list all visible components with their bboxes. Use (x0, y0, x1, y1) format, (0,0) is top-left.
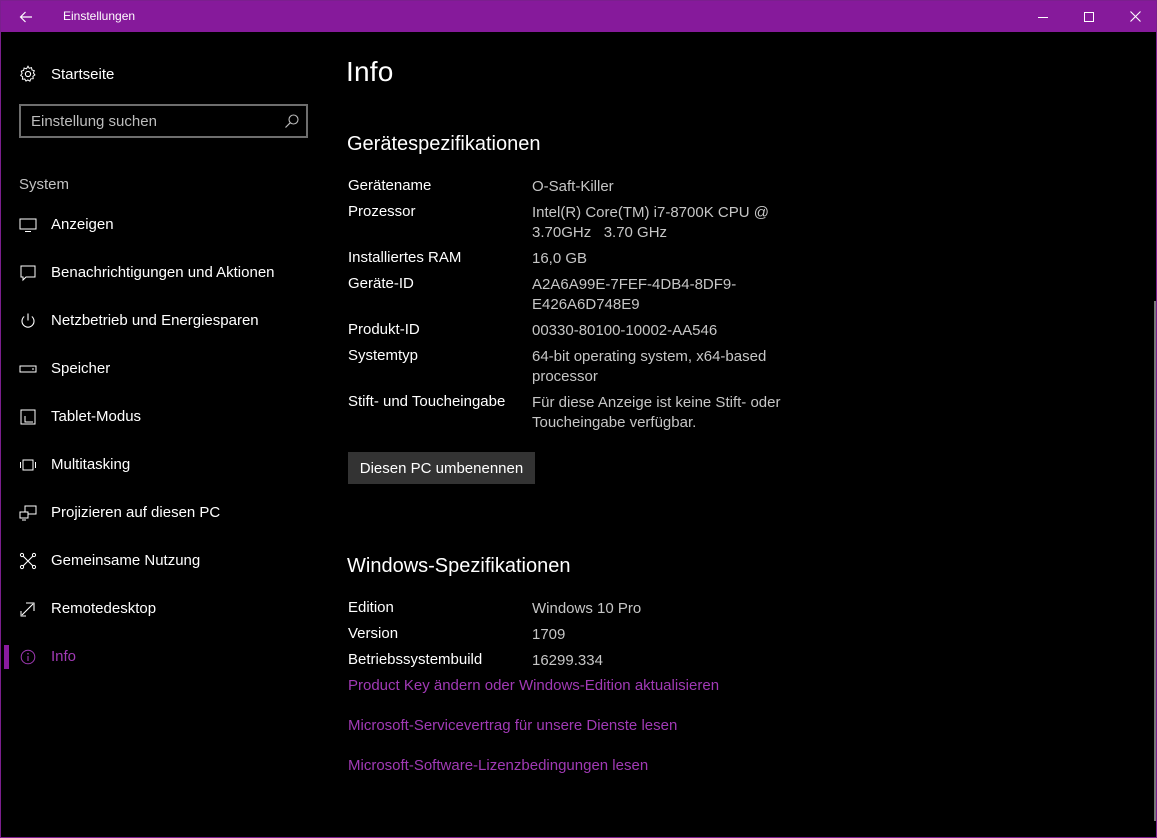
sidebar-item-benachrichtigungen[interactable]: Benachrichtigungen und Aktionen (1, 249, 321, 297)
spec-value: Für diese Anzeige ist keine Stift- oder … (532, 394, 781, 431)
tablet-icon (18, 407, 38, 427)
windows-specs-heading: Windows-Spezifikationen (347, 555, 571, 577)
minimize-button[interactable] (1020, 1, 1066, 32)
search-input[interactable] (21, 106, 281, 136)
maximize-icon (1084, 11, 1094, 22)
minimize-icon (1038, 16, 1048, 18)
sidebar-item-tablet-modus[interactable]: Tablet-Modus (1, 393, 321, 441)
notification-icon (18, 263, 38, 283)
gear-icon (18, 64, 38, 84)
spec-value: 16,0 GB (532, 250, 588, 267)
spec-value: O-Saft-Killer (532, 178, 614, 195)
maximize-button[interactable] (1066, 1, 1112, 32)
multitasking-icon (18, 455, 38, 475)
search-icon[interactable] (284, 113, 300, 129)
sidebar-item-anzeigen[interactable]: Anzeigen (1, 201, 321, 249)
sidebar-item-label: Benachrichtigungen und Aktionen (51, 264, 275, 281)
sidebar-item-label: Netzbetrieb und Energiesparen (51, 312, 259, 329)
spec-key: Gerätename (348, 177, 432, 194)
sidebar-item-remotedesktop[interactable]: Remotedesktop (1, 585, 321, 633)
page-title: Info (346, 56, 394, 87)
product-key-link[interactable]: Product Key ändern oder Windows-Edition … (348, 677, 719, 694)
project-icon (18, 503, 38, 523)
sidebar-item-label: Tablet-Modus (51, 408, 142, 425)
spec-value: 1709 (532, 626, 566, 643)
section-label-system: System (19, 176, 70, 193)
sidebar-item-projizieren[interactable]: Projizieren auf diesen PC (1, 489, 321, 537)
spec-key: Geräte-ID (348, 275, 414, 292)
home-link[interactable]: Startseite (18, 62, 114, 86)
storage-icon (18, 359, 38, 379)
title-bar: Einstellungen (1, 1, 1156, 32)
sidebar-item-label: Multitasking (51, 456, 131, 473)
scrollbar[interactable] (1154, 301, 1156, 821)
sidebar-item-label: Speicher (51, 360, 111, 377)
spec-value: 64-bit operating system, x64-based proce… (532, 348, 767, 385)
spec-value: 00330-80100-10002-AA546 (532, 322, 718, 339)
sidebar-item-info[interactable]: Info (1, 633, 321, 681)
sidebar: Startseite System Anzeigen Benachrichti (1, 32, 321, 837)
back-button[interactable] (1, 1, 51, 32)
license-terms-link[interactable]: Microsoft-Software-Lizenzbedingungen les… (348, 757, 648, 774)
settings-search[interactable] (19, 104, 308, 138)
sidebar-item-label: Gemeinsame Nutzung (51, 552, 201, 569)
close-button[interactable] (1112, 1, 1156, 32)
active-indicator (4, 645, 9, 669)
sidebar-item-label: Info (51, 648, 77, 665)
spec-key: Edition (348, 599, 394, 616)
sidebar-item-label: Remotedesktop (51, 600, 157, 617)
spec-value: A2A6A99E-7FEF-4DB4-8DF9-E426A6D748E9 (532, 276, 737, 313)
sidebar-item-netzbetrieb[interactable]: Netzbetrieb und Energiesparen (1, 297, 321, 345)
window-title: Einstellungen (63, 9, 136, 23)
home-label: Startseite (51, 65, 115, 83)
sidebar-item-gemeinsame-nutzung[interactable]: Gemeinsame Nutzung (1, 537, 321, 585)
rename-pc-button[interactable]: Diesen PC umbenennen (348, 452, 535, 484)
power-icon (18, 311, 38, 331)
back-arrow-icon (19, 11, 32, 22)
sidebar-item-speicher[interactable]: Speicher (1, 345, 321, 393)
spec-value: Intel(R) Core(TM) i7-8700K CPU @ 3.70GHz… (532, 204, 774, 241)
sidebar-item-label: Projizieren auf diesen PC (51, 504, 221, 521)
spec-value: Windows 10 Pro (532, 600, 642, 617)
settings-window: Einstellungen Startseite Einstellung suc… (0, 0, 1157, 838)
spec-value: 16299.334 (532, 652, 603, 669)
spec-key: Produkt-ID (348, 321, 420, 338)
remote-desktop-icon (18, 599, 38, 619)
spec-key: Installiertes RAM (348, 249, 462, 266)
spec-key: Version (348, 625, 399, 642)
sidebar-item-label: Anzeigen (51, 216, 114, 233)
sidebar-item-multitasking[interactable]: Multitasking (1, 441, 321, 489)
spec-key: Systemtyp (348, 347, 419, 364)
spec-key: Betriebssystembuild (348, 651, 483, 668)
spec-key: Stift- und Toucheingabe (348, 393, 506, 410)
sidebar-nav: Anzeigen Benachrichtigungen und Aktionen… (1, 201, 321, 681)
share-icon (18, 551, 38, 571)
info-icon (18, 647, 38, 667)
device-specs-heading: Gerätespezifikationen (347, 133, 541, 155)
close-icon (1129, 11, 1141, 22)
spec-key: Prozessor (348, 203, 416, 220)
monitor-icon (18, 215, 38, 235)
service-agreement-link[interactable]: Microsoft-Servicevertrag für unsere Dien… (348, 717, 677, 734)
